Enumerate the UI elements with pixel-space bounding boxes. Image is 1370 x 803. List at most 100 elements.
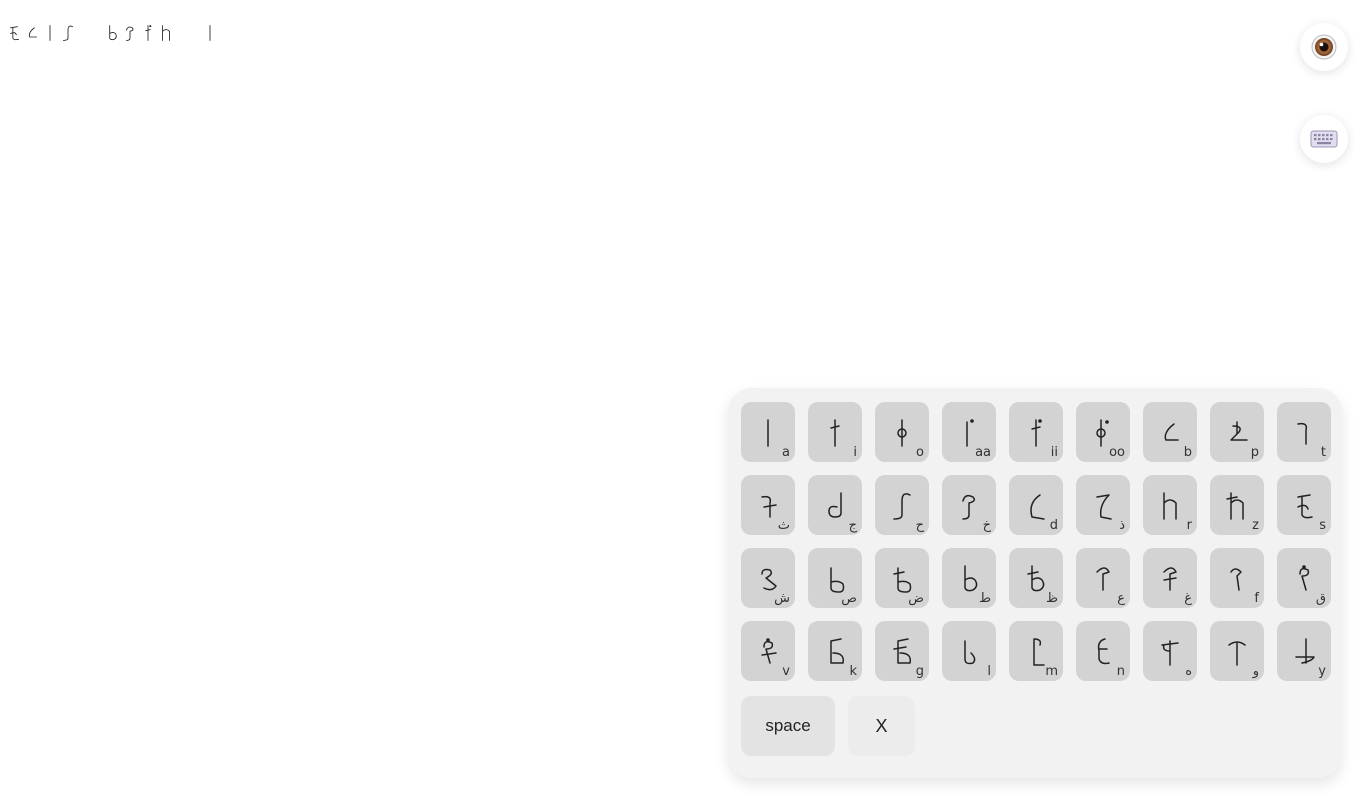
key-shin[interactable]: ش: [741, 548, 795, 608]
glyph-y-icon: [1295, 638, 1315, 664]
script-keyboard: space X a i o aa ii oo b p t ث ج ح خ d ذ r z s ش ص ض ط ظ ع غ f ق v k…: [728, 388, 1342, 778]
typed-word: [202, 18, 220, 48]
key-hint: ذ: [1119, 518, 1125, 533]
glyph-jim-icon: [828, 492, 842, 518]
key-t[interactable]: t: [1277, 402, 1331, 462]
glyph-z-icon: [1226, 492, 1244, 520]
typed-word: [104, 18, 176, 48]
key-y[interactable]: y: [1277, 621, 1331, 681]
key-f[interactable]: f: [1210, 548, 1264, 608]
toggle-view-button[interactable]: [1300, 23, 1348, 71]
key-hint: o: [916, 445, 924, 460]
key-o[interactable]: o: [875, 402, 929, 462]
typed-glyph-s-icon: [10, 26, 19, 41]
glyph-s-icon: [1297, 494, 1313, 519]
key-qaf[interactable]: ق: [1277, 548, 1331, 608]
key-hint: و: [1252, 664, 1259, 679]
key-hint: ش: [774, 591, 790, 606]
glyph-t-icon: [1297, 422, 1308, 445]
glyph-r-icon: [1163, 492, 1177, 520]
key-hint: k: [849, 664, 857, 679]
key-hint: ث: [777, 518, 790, 533]
key-jim[interactable]: ج: [808, 475, 862, 535]
key-g[interactable]: g: [875, 621, 929, 681]
toggle-keyboard-button[interactable]: [1300, 115, 1348, 163]
typed-glyph-ta-icon: [109, 25, 117, 41]
key-hint: s: [1319, 518, 1326, 533]
eye-icon: [1311, 34, 1337, 60]
key-z[interactable]: z: [1210, 475, 1264, 535]
typed-word: [6, 18, 78, 48]
key-i[interactable]: i: [808, 402, 862, 462]
key-sad[interactable]: ص: [808, 548, 862, 608]
typed-glyph-ha-icon: [63, 25, 73, 41]
key-hint: d: [1049, 518, 1058, 533]
glyph-l-icon: [964, 640, 976, 665]
key-heh[interactable]: ه: [1143, 621, 1197, 681]
glyph-dhal-icon: [1096, 494, 1112, 520]
key-hint: y: [1318, 664, 1326, 679]
key-hint: ض: [908, 591, 924, 606]
key-ain[interactable]: ع: [1076, 548, 1130, 608]
key-k[interactable]: k: [808, 621, 862, 681]
key-s[interactable]: s: [1277, 475, 1331, 535]
key-hint: ط: [978, 591, 991, 606]
typed-glyph-kha-icon: [126, 26, 134, 41]
key-tha[interactable]: ث: [741, 475, 795, 535]
key-hint: r: [1186, 518, 1192, 533]
key-d[interactable]: d: [1009, 475, 1063, 535]
close-keyboard-button[interactable]: X: [848, 696, 915, 756]
key-hint: t: [1320, 445, 1326, 460]
key-za[interactable]: ظ: [1009, 548, 1063, 608]
glyph-f-icon: [1230, 568, 1242, 591]
key-b[interactable]: b: [1143, 402, 1197, 462]
key-a[interactable]: a: [741, 402, 795, 462]
key-ha[interactable]: ح: [875, 475, 929, 535]
space-key[interactable]: space: [741, 696, 835, 756]
key-ta[interactable]: ط: [942, 548, 996, 608]
key-hint: ص: [841, 591, 857, 606]
key-dad[interactable]: ض: [875, 548, 929, 608]
key-v[interactable]: v: [741, 621, 795, 681]
key-hint: m: [1045, 664, 1058, 679]
key-p[interactable]: p: [1210, 402, 1264, 462]
keyboard-icon: [1310, 130, 1338, 148]
key-dhal[interactable]: ذ: [1076, 475, 1130, 535]
glyph-v-icon: [761, 638, 777, 664]
glyph-waw-icon: [1228, 641, 1246, 666]
key-hint: p: [1250, 445, 1259, 460]
glyph-ii-icon: [1031, 419, 1042, 447]
key-aa[interactable]: aa: [942, 402, 996, 462]
glyph-k-icon: [830, 638, 845, 664]
key-hint: z: [1252, 518, 1259, 533]
glyph-b-icon: [1164, 423, 1179, 441]
key-oo[interactable]: oo: [1076, 402, 1130, 462]
key-hint: ق: [1315, 591, 1326, 606]
key-hint: غ: [1184, 591, 1192, 606]
key-hint: oo: [1109, 445, 1125, 460]
glyph-n-icon: [1097, 638, 1110, 665]
key-l[interactable]: l: [942, 621, 996, 681]
typed-text-output: [6, 18, 246, 54]
glyph-ain-icon: [1096, 567, 1110, 591]
glyph-ghain-icon: [1163, 567, 1177, 591]
typed-glyph-a-icon: [209, 25, 211, 41]
glyph-qaf-icon: [1299, 565, 1310, 591]
key-r[interactable]: r: [1143, 475, 1197, 535]
key-hint: ه: [1185, 664, 1192, 679]
key-m[interactable]: m: [1009, 621, 1063, 681]
key-hint: i: [853, 445, 857, 460]
key-ii[interactable]: ii: [1009, 402, 1063, 462]
key-waw[interactable]: و: [1210, 621, 1264, 681]
key-n[interactable]: n: [1076, 621, 1130, 681]
glyph-g-icon: [893, 638, 912, 664]
glyph-a-icon: [767, 419, 769, 447]
typed-glyph-a-icon: [49, 25, 51, 41]
key-hint: n: [1116, 664, 1125, 679]
glyph-ha-icon: [893, 493, 911, 520]
key-kha[interactable]: خ: [942, 475, 996, 535]
glyph-heh-icon: [1161, 640, 1179, 666]
key-ghain[interactable]: غ: [1143, 548, 1197, 608]
key-hint: ح: [915, 518, 924, 533]
key-hint: b: [1183, 445, 1192, 460]
